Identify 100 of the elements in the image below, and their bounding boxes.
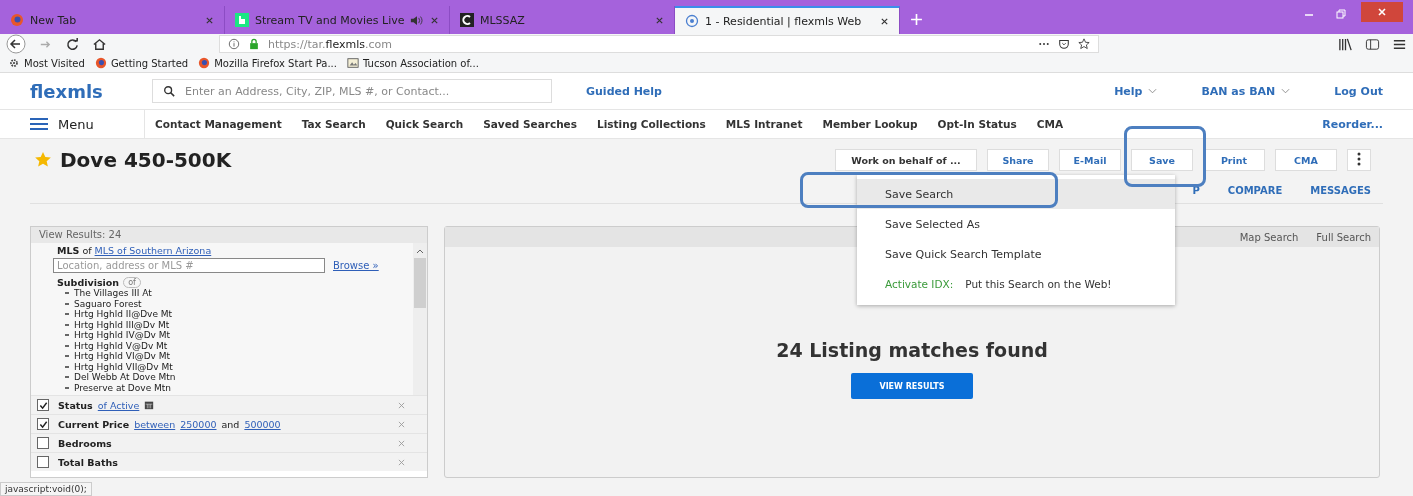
info-icon: [228, 38, 240, 50]
view-tab[interactable]: COMPARE: [1227, 184, 1283, 196]
scrollbar[interactable]: [413, 243, 427, 395]
view-tab[interactable]: MESSAGES: [1310, 184, 1371, 196]
more-button[interactable]: [1347, 149, 1371, 171]
subdivision-label: Subdivision: [57, 277, 120, 288]
subdivision-item: Hrtg Hghld VI@Dv Mt: [74, 351, 171, 362]
search-title: Dove 450-500K: [60, 148, 232, 172]
browse-link[interactable]: Browse »: [333, 260, 379, 271]
search-field[interactable]: Enter an Address, City, ZIP, MLS #, or Contact...: [152, 79, 552, 103]
guided-help-link[interactable]: Guided Help: [586, 84, 662, 98]
address-bar[interactable]: https://tar.flexmls.com: [219, 35, 1099, 53]
browser-tab[interactable]: 1 - Residential | flexmls Web: [675, 6, 900, 34]
menu-option[interactable]: Save Search: [857, 179, 1175, 209]
close-icon: [1376, 6, 1388, 18]
menu-item[interactable]: Member Lookup: [822, 118, 918, 130]
bookmark[interactable]: Getting Started: [94, 57, 189, 69]
menu-option[interactable]: Save Quick Search Template: [857, 239, 1175, 269]
menu-icon: [30, 118, 48, 130]
reorder-link[interactable]: Reorder...: [1322, 117, 1383, 131]
search-icon: [163, 85, 175, 97]
filter-link[interactable]: 250000: [180, 418, 217, 430]
checkbox[interactable]: [37, 437, 49, 449]
tab-title: MLSSAZ: [480, 13, 526, 27]
globe-icon: [685, 14, 699, 28]
menu-option[interactable]: Save Selected As: [857, 209, 1175, 239]
sidebar-icon[interactable]: [1365, 36, 1380, 52]
action-button[interactable]: Work on behalf of ...: [835, 149, 977, 171]
menu-item[interactable]: Saved Searches: [483, 118, 577, 130]
home-icon[interactable]: [92, 36, 107, 52]
action-button[interactable]: CMA: [1275, 149, 1337, 171]
bookmark[interactable]: Tucson Association of...: [346, 57, 479, 69]
logout-link[interactable]: Log Out: [1334, 84, 1383, 98]
subdivision-item: Hrtg Hghld VII@Dv Mt: [74, 361, 173, 372]
filter-link[interactable]: between: [134, 418, 176, 430]
bookmark[interactable]: Most Visited: [8, 57, 85, 69]
menu-item[interactable]: CMA: [1036, 118, 1064, 130]
close-window-button[interactable]: [1361, 2, 1403, 22]
menu-item[interactable]: Contact Management: [155, 118, 282, 130]
pocket-icon[interactable]: [1058, 38, 1070, 50]
filter-link[interactable]: of Active: [97, 399, 140, 411]
checkbox[interactable]: [37, 418, 49, 430]
idx-link[interactable]: Activate IDX:: [885, 278, 954, 290]
subdivision-item: Saguaro Forest: [74, 298, 142, 309]
tab-title: 1 - Residential | flexmls Web: [705, 14, 863, 28]
star-icon[interactable]: [1078, 38, 1090, 50]
help-menu[interactable]: Help: [1114, 84, 1158, 98]
restore-icon[interactable]: [1335, 8, 1347, 20]
back-icon[interactable]: [6, 34, 26, 54]
new-tab-icon[interactable]: [910, 13, 923, 26]
close-icon[interactable]: [880, 16, 889, 26]
chevron-down-icon: [1281, 88, 1291, 94]
filter-label: Bedrooms: [58, 437, 112, 449]
menu-button[interactable]: Menu: [30, 110, 145, 138]
image-icon: [346, 57, 359, 69]
filter-label: Current Price: [58, 418, 130, 430]
menu-item[interactable]: MLS Intranet: [725, 118, 803, 130]
tab-title: New Tab: [30, 13, 78, 27]
action-button[interactable]: Share: [987, 149, 1049, 171]
checkbox[interactable]: [37, 456, 49, 468]
action-button[interactable]: Print: [1203, 149, 1265, 171]
tab-title: Stream TV and Movies Live: [255, 13, 404, 27]
results-message: 24 Listing matches found: [776, 339, 1048, 361]
search-mode-link[interactable]: Map Search: [1239, 231, 1299, 243]
scroll-up-icon[interactable]: [416, 249, 424, 254]
subdivision-item: Preserve at Dove Mtn: [74, 382, 172, 393]
library-icon[interactable]: [1338, 36, 1353, 52]
star-icon[interactable]: [34, 151, 52, 169]
firefox-icon: [94, 57, 107, 69]
menu-item[interactable]: Listing Collections: [597, 118, 706, 130]
action-button[interactable]: E-Mail: [1059, 149, 1121, 171]
action-button[interactable]: Save: [1131, 149, 1193, 171]
calendar-icon[interactable]: [144, 400, 155, 410]
subdivision-item: Hrtg Hghld V@Dv Mt: [74, 340, 168, 351]
chevron-down-icon: [1148, 88, 1158, 94]
c-logo-icon: [460, 13, 474, 27]
checkbox[interactable]: [37, 399, 49, 411]
url-text: https://tar.flexmls.com: [268, 37, 392, 51]
menu-item[interactable]: Quick Search: [385, 118, 464, 130]
filter-label: Status: [58, 399, 93, 411]
filter-link[interactable]: 500000: [244, 418, 281, 430]
subdivision-item: Hrtg Hghld II@Dve Mt: [74, 309, 173, 320]
subdivision-item: Hrtg Hghld III@Dv Mt: [74, 319, 170, 330]
gear-icon: [8, 57, 20, 69]
menu-item[interactable]: Opt-In Status: [937, 118, 1017, 130]
menu-item[interactable]: Tax Search: [301, 118, 366, 130]
search-mode-link[interactable]: Full Search: [1316, 231, 1371, 243]
speaker-icon[interactable]: [410, 14, 424, 26]
user-menu[interactable]: BAN as BAN: [1201, 84, 1291, 98]
subdivision-item: Hrtg Hghld IV@Dv Mt: [74, 330, 171, 341]
location-field[interactable]: Location, address or MLS #: [53, 258, 325, 273]
bookmark[interactable]: Mozilla Firefox Start Pa...: [198, 57, 337, 69]
idx-text: Put this Search on the Web!: [965, 278, 1112, 290]
reload-icon[interactable]: [65, 36, 80, 52]
logo[interactable]: flexmls: [30, 80, 152, 102]
subdivision-item: The Villages III At: [74, 288, 152, 299]
status-url: javascript:void(0);: [0, 482, 92, 496]
lock-icon: [248, 38, 260, 50]
mls-link[interactable]: MLS of Southern Arizona: [94, 245, 212, 256]
view-results-button[interactable]: VIEW RESULTS: [851, 373, 973, 399]
